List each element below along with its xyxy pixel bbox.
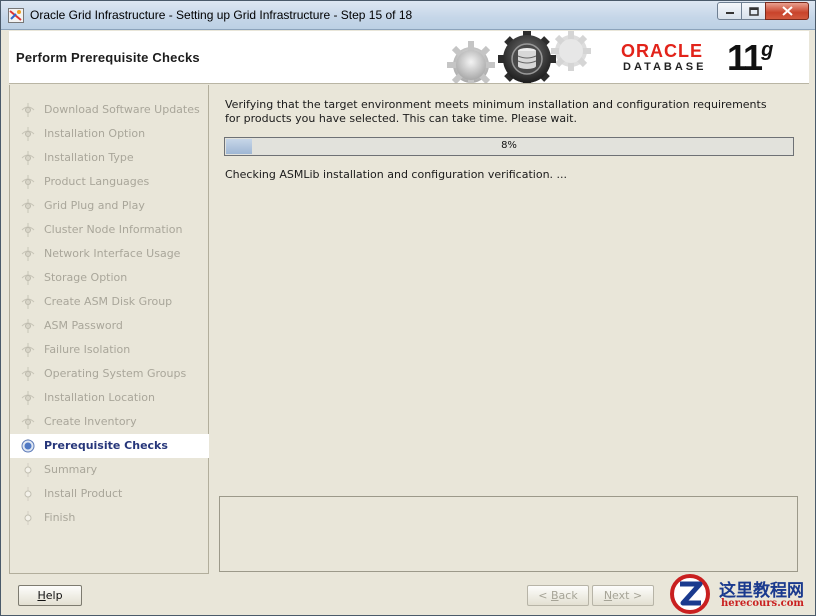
window-controls [717,2,809,20]
version-badge: 11g [727,37,773,79]
database-wordmark: DATABASE [623,61,707,73]
watermark-z-icon [670,574,710,614]
step-label: Failure Isolation [44,343,131,356]
minimize-icon [725,12,734,14]
watermark-logo: 这里教程网 herecours.com [669,573,815,615]
status-text: Checking ASMLib installation and configu… [225,168,568,181]
completed-step-icon [21,223,35,237]
completed-step-icon [21,367,35,381]
step-label: Prerequisite Checks [44,439,168,452]
step-label: Operating System Groups [44,367,187,380]
step-item[interactable]: Installation Location [10,386,209,410]
steps-panel: Download Software Updates Installation Op… [9,85,209,574]
message-area [219,496,798,572]
step-label: Cluster Node Information [44,223,183,236]
step-item: Summary [10,458,209,482]
step-label: Summary [44,463,98,476]
step-item[interactable]: Installation Option [10,122,209,146]
description-text: Verifying that the target environment me… [225,98,767,125]
installer-window: Oracle Grid Infrastructure - Setting up … [0,0,816,616]
content-panel: Verifying that the target environment me… [210,85,809,574]
pending-step-icon [24,511,32,525]
oracle-wordmark: ORACLE [621,41,703,61]
completed-step-icon [21,319,35,333]
completed-step-icon [21,151,35,165]
gears-graphic [447,31,591,83]
step-item[interactable]: Create ASM Disk Group [10,290,209,314]
step-item[interactable]: Installation Type [10,146,209,170]
next-button-label: Next > [603,589,643,602]
close-icon [781,6,793,16]
completed-step-icon [21,391,35,405]
step-label: Finish [44,511,76,524]
close-button[interactable] [765,2,809,20]
step-label: Product Languages [44,175,150,188]
back-button-label: < Back [538,589,578,602]
completed-step-icon [21,247,35,261]
step-label: ASM Password [44,319,123,332]
version-letter: g [761,39,774,61]
step-item[interactable]: Network Interface Usage [10,242,209,266]
step-item[interactable]: Storage Option [10,266,209,290]
watermark-site-text: herecours.com [721,598,805,609]
maximize-icon [748,6,759,16]
header-banner: Perform Prerequisite Checks ORACLE DATAB… [9,31,809,84]
step-label: Installation Type [44,151,134,164]
step-item[interactable]: Create Inventory [10,410,209,434]
window-title: Oracle Grid Infrastructure - Setting up … [30,8,413,22]
maximize-button[interactable] [741,2,766,20]
step-item[interactable]: Operating System Groups [10,362,209,386]
completed-step-icon [21,415,35,429]
progress-bar: 8% [224,137,794,156]
version-number: 11 [727,37,763,78]
current-step-icon [21,439,35,453]
step-item[interactable]: Grid Plug and Play [10,194,209,218]
step-item[interactable]: ASM Password [10,314,209,338]
step-item: Finish [10,506,209,530]
completed-step-icon [21,199,35,213]
page-title: Perform Prerequisite Checks [16,50,200,65]
step-item[interactable]: Cluster Node Information [10,218,209,242]
step-label: Grid Plug and Play [44,199,145,212]
help-button-label: Help [37,589,63,602]
step-label: Network Interface Usage [44,247,181,260]
step-label: Create ASM Disk Group [44,295,173,308]
step-item[interactable]: Prerequisite Checks [10,434,209,458]
step-item[interactable]: Failure Isolation [10,338,209,362]
step-label: Storage Option [44,271,128,284]
help-button[interactable]: Help [18,585,82,606]
completed-step-icon [21,103,35,117]
oracle-database-logo: ORACLE DATABASE [621,41,706,73]
next-button[interactable]: Next > [592,585,654,606]
progress-percent: 8% [501,140,517,151]
completed-step-icon [21,175,35,189]
completed-step-icon [21,271,35,285]
pending-step-icon [24,463,32,477]
pending-step-icon [24,487,32,501]
step-label: Install Product [44,487,123,500]
step-item: Install Product [10,482,209,506]
step-label: Installation Option [44,127,146,140]
step-label: Create Inventory [44,415,137,428]
step-item[interactable]: Download Software Updates [10,98,209,122]
step-label: Download Software Updates [44,103,200,116]
title-bar[interactable]: Oracle Grid Infrastructure - Setting up … [1,1,815,30]
back-button[interactable]: < Back [527,585,589,606]
step-item[interactable]: Product Languages [10,170,209,194]
step-label: Installation Location [44,391,155,404]
completed-step-icon [21,295,35,309]
completed-step-icon [21,343,35,357]
app-icon [8,8,24,23]
completed-step-icon [21,127,35,141]
minimize-button[interactable] [717,2,742,20]
